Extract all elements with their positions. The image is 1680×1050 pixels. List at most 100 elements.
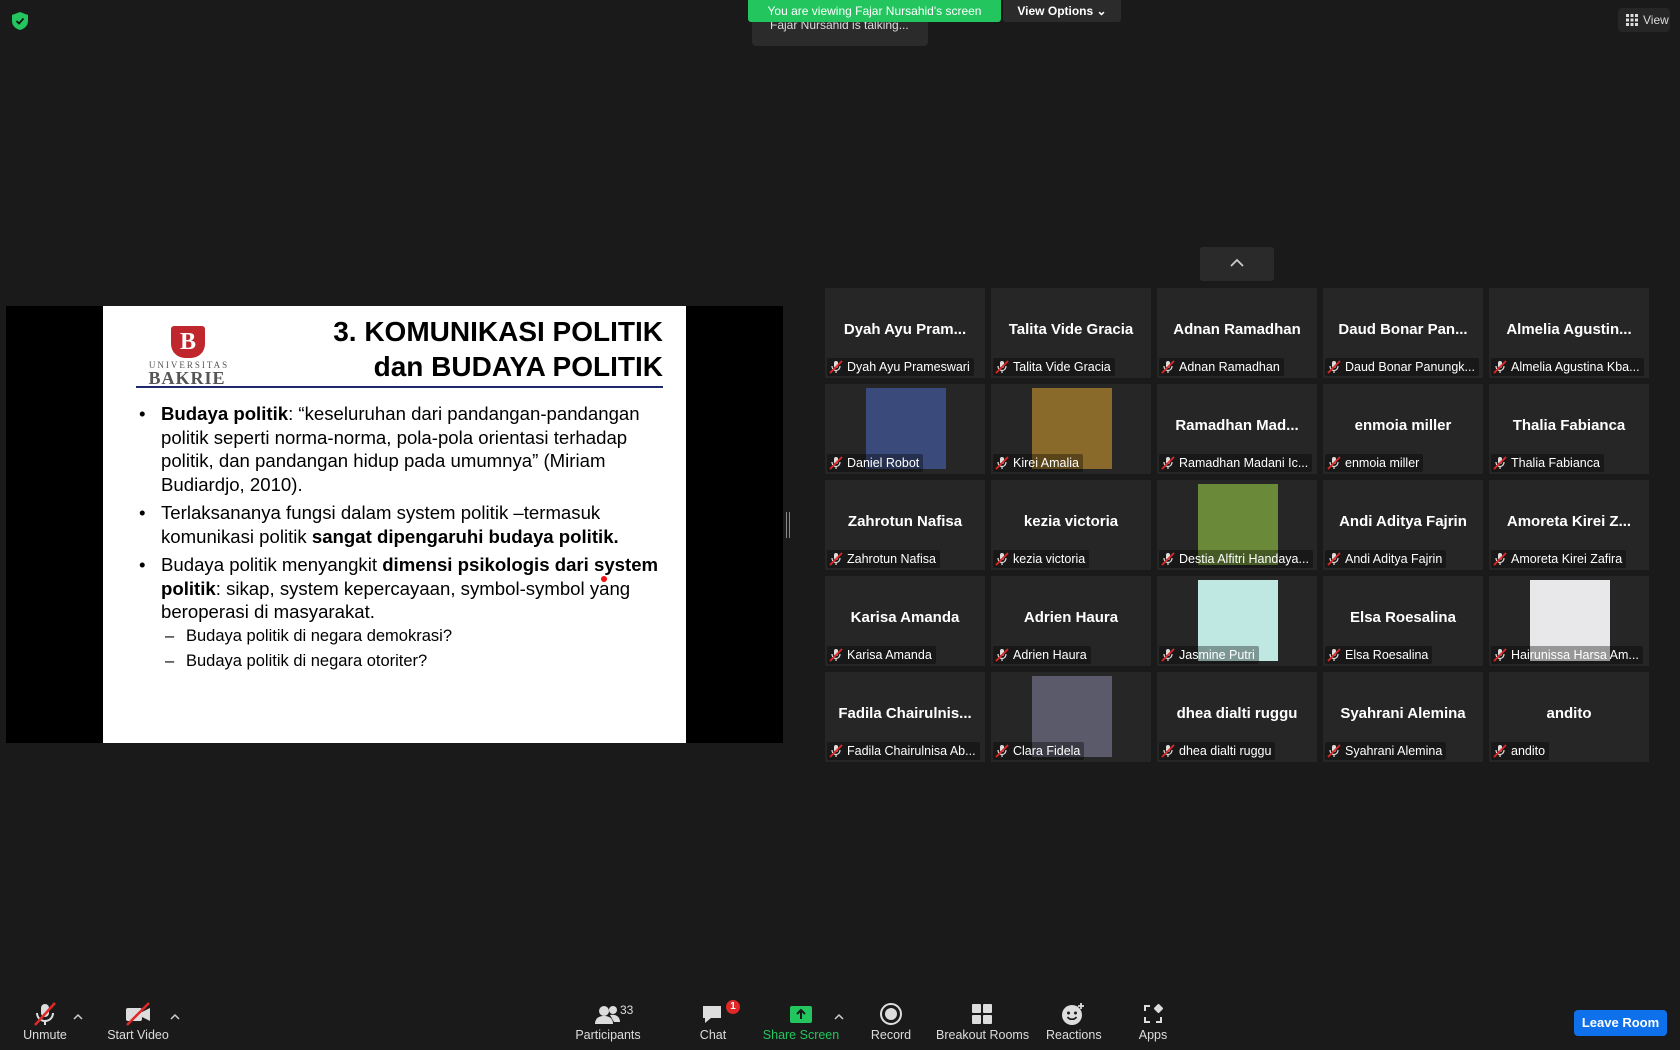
video-off-icon [126,1002,150,1026]
participant-tile[interactable]: Syahrani Alemina Syahrani Alemina [1323,672,1483,762]
muted-mic-icon [1161,456,1175,470]
participant-tile[interactable]: Hairunissa Harsa Am... [1489,576,1649,666]
participant-display-name: Thalia Fabianca [1512,417,1626,434]
muted-mic-icon [1493,744,1507,758]
participant-name-label: Karisa Amanda [827,646,936,664]
participant-name-label: Zahrotun Nafisa [827,550,940,568]
participant-tile[interactable]: Clara Fidela [991,672,1151,762]
participant-tile[interactable]: Talita Vide Gracia Talita Vide Gracia [991,288,1151,378]
muted-mic-icon [34,1002,56,1026]
participant-tile[interactable]: Thalia Fabianca Thalia Fabianca [1489,384,1649,474]
participant-name-label: Dyah Ayu Prameswari [827,358,974,376]
leave-room-button[interactable]: Leave Room [1574,1010,1667,1036]
participant-tile[interactable]: Adnan Ramadhan Adnan Ramadhan [1157,288,1317,378]
sub-bullet-2: Budaya politik di negara otoriter? [136,649,666,674]
chevron-down-icon: ⌄ [1096,4,1107,18]
participant-tile[interactable]: Ramadhan Mad... Ramadhan Madani Ic... [1157,384,1317,474]
participant-tile[interactable]: Karisa Amanda Karisa Amanda [825,576,985,666]
muted-mic-icon [995,456,1009,470]
participant-display-name: dhea dialti ruggu [1176,705,1298,722]
participant-display-name: enmoia miller [1354,417,1452,434]
share-screen-label: Share Screen [762,1028,840,1042]
participant-tile[interactable]: dhea dialti ruggu dhea dialti ruggu [1157,672,1317,762]
participant-display-name: Elsa Roesalina [1350,609,1456,626]
participant-tile[interactable]: kezia victoria kezia victoria [991,480,1151,570]
participant-name-label: Daud Bonar Panungk... [1325,358,1479,376]
chat-button[interactable]: 1 Chat [692,990,740,1050]
participant-tile[interactable]: Daniel Robot [825,384,985,474]
muted-mic-icon [829,360,843,374]
record-button[interactable]: Record [866,990,916,1050]
video-options-caret-icon[interactable] [170,1012,180,1022]
chat-unread-badge: 1 [726,1000,740,1014]
participant-tile[interactable]: Destia Alfitri Handaya... [1157,480,1317,570]
muted-mic-icon [1161,552,1175,566]
unmute-button[interactable]: Unmute [14,990,76,1050]
muted-mic-icon [1327,456,1341,470]
muted-mic-icon [829,744,843,758]
apps-icon [1144,1003,1164,1023]
muted-mic-icon [829,552,843,566]
participants-button[interactable]: 33 Participants [572,990,644,1050]
gallery-scroll-up-button[interactable] [1200,247,1274,281]
participant-tile[interactable]: andito andito [1489,672,1649,762]
laser-pointer [601,576,607,582]
breakout-rooms-icon [972,1004,992,1024]
apps-button[interactable]: Apps [1130,990,1176,1050]
participant-tile[interactable]: enmoia miller enmoia miller [1323,384,1483,474]
audio-options-caret-icon[interactable] [73,1012,83,1022]
participant-tile[interactable]: Fadila Chairulnis... Fadila Chairulnisa A… [825,672,985,762]
breakout-rooms-label: Breakout Rooms [936,1028,1030,1042]
view-options-button[interactable]: View Options ⌄ [1003,0,1121,22]
reactions-icon [1062,1003,1084,1025]
grid-icon [1626,14,1638,26]
participant-tile[interactable]: Adrien Haura Adrien Haura [991,576,1151,666]
muted-mic-icon [1493,552,1507,566]
participant-name-label: Almelia Agustina Kba... [1491,358,1644,376]
apps-label: Apps [1138,1028,1168,1042]
security-shield-icon[interactable] [12,12,28,30]
breakout-rooms-button[interactable]: Breakout Rooms [936,990,1030,1050]
university-logo: B UNIVERSITAS BAKRIE [135,326,239,388]
muted-mic-icon [1493,648,1507,662]
panel-splitter[interactable] [786,512,790,538]
participant-name-label: Fadila Chairulnisa Ab... [827,742,980,760]
record-icon [880,1003,902,1025]
participants-label: Participants [575,1028,641,1042]
participant-name-label: Elsa Roesalina [1325,646,1433,664]
participant-tile[interactable]: Kirei Amalia [991,384,1151,474]
participant-tile[interactable]: Almelia Agustin... Almelia Agustina Kba..… [1489,288,1649,378]
slide-title-line1: 3. KOMUNIKASI POLITIK [333,316,663,347]
share-options-caret-icon[interactable] [834,1012,844,1022]
chat-label: Chat [699,1028,727,1042]
bullet-1: Budaya politik: “keseluruhan dari pandan… [136,402,666,496]
muted-mic-icon [1327,552,1341,566]
muted-mic-icon [1161,648,1175,662]
participant-tile[interactable]: Jasmine Putri [1157,576,1317,666]
record-label: Record [870,1028,912,1042]
participant-tile[interactable]: Zahrotun Nafisa Zahrotun Nafisa [825,480,985,570]
participant-tile[interactable]: Andi Aditya Fajrin Andi Aditya Fajrin [1323,480,1483,570]
start-video-button[interactable]: Start Video [104,990,172,1050]
reactions-button[interactable]: Reactions [1046,990,1102,1050]
view-button[interactable]: View [1618,8,1670,32]
bullet-3: Budaya politik menyangkit dimensi psikol… [136,553,666,624]
muted-mic-icon [995,360,1009,374]
muted-mic-icon [1327,744,1341,758]
participant-name-label: Destia Alfitri Handaya... [1159,550,1313,568]
muted-mic-icon [995,648,1009,662]
view-options-label: View Options [1017,4,1094,18]
participants-icon [595,1006,620,1024]
participant-name-label: Adnan Ramadhan [1159,358,1284,376]
muted-mic-icon [1327,648,1341,662]
share-screen-button[interactable]: Share Screen [762,990,840,1050]
participant-tile[interactable]: Amoreta Kirei Z... Amoreta Kirei Zafira [1489,480,1649,570]
presentation-slide: B UNIVERSITAS BAKRIE 3. KOMUNIKASI POLIT… [103,306,686,743]
slide-title: 3. KOMUNIKASI POLITIK dan BUDAYA POLITIK [263,314,663,384]
participant-tile[interactable]: Elsa Roesalina Elsa Roesalina [1323,576,1483,666]
muted-mic-icon [1327,360,1341,374]
muted-mic-icon [995,552,1009,566]
participant-tile[interactable]: Dyah Ayu Pram... Dyah Ayu Prameswari [825,288,985,378]
participant-tile[interactable]: Daud Bonar Pan... Daud Bonar Panungk... [1323,288,1483,378]
participant-display-name: Talita Vide Gracia [1008,321,1134,338]
